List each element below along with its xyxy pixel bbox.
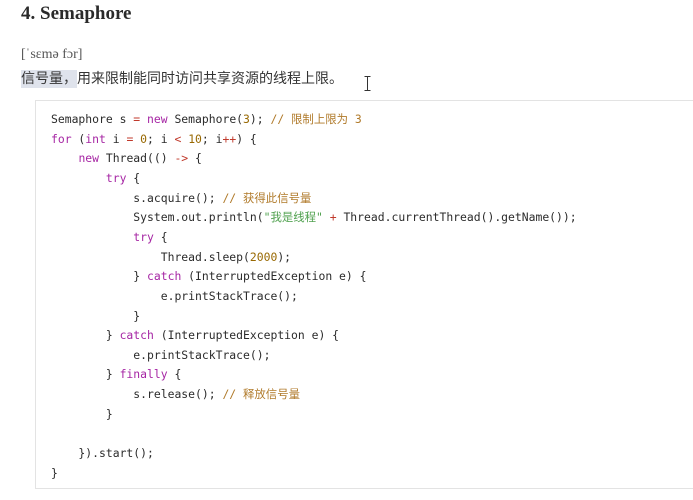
code-token: catch (147, 269, 182, 284)
code-token: 0 (140, 131, 148, 146)
code-token: } (51, 269, 148, 284)
code-line: s.acquire(); // 获得此信号量 (51, 191, 311, 206)
code-token: } (51, 406, 113, 421)
code-line: new Thread(() -> { (51, 151, 202, 166)
code-token: e.printStackTrace(); (51, 347, 271, 362)
code-token: new (147, 112, 168, 126)
code-token: ; i (147, 131, 175, 146)
code-token: s.release(); (51, 387, 223, 402)
code-line: e.printStackTrace(); (51, 289, 298, 304)
code-token: 10 (188, 131, 202, 146)
code-token: } (51, 367, 120, 382)
code-line: for (int i = 0; i < 10; i++) { (51, 132, 257, 147)
code-token: Thread.sleep( (51, 249, 250, 264)
code-token: ; i (201, 131, 223, 146)
code-token: System.out.println( (51, 210, 264, 225)
section-heading: 4. Semaphore (21, 3, 132, 24)
code-token: ); (249, 112, 271, 126)
code-block[interactable]: Semaphore s = new Semaphore(3); // 限制上限为… (35, 100, 693, 489)
code-token: // 限制上限为 3 (270, 112, 362, 126)
code-token: for (51, 131, 72, 146)
code-token: // 获得此信号量 (222, 190, 312, 205)
code-token: Semaphore( (167, 112, 244, 126)
code-token: { (167, 367, 182, 382)
code-token: // 释放信号量 (222, 387, 300, 402)
code-token: int (85, 131, 106, 146)
description-rest: 用来限制能同时访问共享资源的线程上限。 (77, 71, 343, 87)
code-token: ); (277, 249, 292, 264)
code-token: } (51, 465, 58, 480)
code-token: } (51, 308, 141, 323)
code-line: e.printStackTrace(); (51, 348, 270, 363)
description-text: 信号量，用来限制能同时访问共享资源的线程上限。 (21, 68, 343, 88)
code-token: }).start(); (51, 446, 154, 461)
code-token: -> (174, 151, 189, 166)
phonetic-transcription: [ˈsɛmə fɔr] (21, 47, 83, 62)
code-line: } (51, 407, 113, 422)
code-token: { (126, 170, 141, 185)
code-line: try { (51, 171, 140, 186)
code-line: } catch (InterruptedException e) { (51, 328, 339, 343)
code-token: i (105, 131, 127, 146)
code-token: try (133, 229, 154, 244)
code-token: (InterruptedException e) { (153, 328, 340, 343)
code-line: } catch (InterruptedException e) { (51, 269, 366, 284)
code-token: 3 (243, 112, 250, 126)
code-token: s.acquire(); (51, 190, 223, 205)
text-cursor-icon (364, 76, 371, 91)
code-line: } (51, 466, 58, 481)
code-token: Semaphore s (51, 112, 134, 126)
code-token: ( (71, 131, 86, 146)
code-line: try { (51, 229, 168, 245)
code-line: } finally { (51, 367, 181, 382)
code-token: Thread.currentThread().getName()); (336, 210, 577, 225)
code-token: e.printStackTrace(); (51, 288, 298, 303)
code-token: { (188, 151, 202, 166)
code-token: new (78, 151, 100, 166)
code-line: Thread.sleep(2000); (51, 250, 291, 265)
code-token: { (153, 229, 168, 244)
code-token: Thread(() (99, 151, 175, 166)
code-token: (InterruptedException e) { (181, 269, 367, 284)
code-line: }).start(); (51, 446, 154, 461)
code-token: catch (119, 328, 154, 343)
code-token: try (105, 170, 127, 185)
code-line: s.release(); // 释放信号量 (51, 387, 300, 402)
code-line: } (51, 309, 140, 324)
code-token: 2000 (249, 249, 278, 264)
code-token: + (329, 210, 337, 225)
code-token: } (51, 328, 120, 343)
code-token: ++ (222, 131, 237, 146)
code-token: ) { (236, 131, 257, 146)
code-line: System.out.println("我是线程" + Thread.curre… (51, 210, 577, 225)
code-token: finally (119, 367, 168, 382)
selected-text: 信号量， (21, 70, 77, 88)
code-token: "我是线程" (263, 210, 323, 225)
code-line: Semaphore s = new Semaphore(3); // 限制上限为… (51, 112, 362, 127)
